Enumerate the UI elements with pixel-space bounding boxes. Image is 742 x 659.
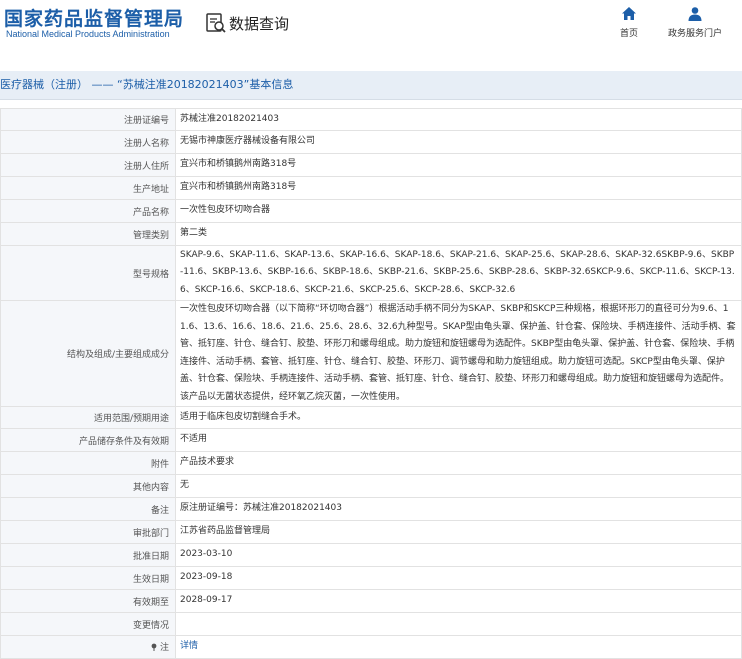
field-value: 一次性包皮环切吻合器（以下简称“环切吻合器”）根据活动手柄不同分为SKAP、SK… xyxy=(175,300,742,407)
user-icon xyxy=(688,7,702,21)
field-label: 管理类别 xyxy=(0,222,176,246)
field-value: 宜兴市和桥镇鹅州南路318号 xyxy=(175,176,742,200)
site-logo-en[interactable]: National Medical Products Administration xyxy=(6,29,170,39)
home-icon xyxy=(622,7,636,20)
field-value: 2023-09-18 xyxy=(175,566,742,590)
field-value xyxy=(175,612,742,636)
field-label: 注册人名称 xyxy=(0,130,176,154)
table-row: 注 详情 xyxy=(0,635,742,659)
table-row: 注册证编号 苏械注准20182021403 xyxy=(0,108,742,131)
nav-home[interactable]: 首页 xyxy=(620,6,638,39)
field-label: 适用范围/预期用途 xyxy=(0,406,176,429)
field-label: 审批部门 xyxy=(0,520,176,544)
note-label-wrap: 注 xyxy=(150,640,169,653)
field-value: 适用于临床包皮切割缝合手术。 xyxy=(175,406,742,429)
field-value: 2023-03-10 xyxy=(175,543,742,567)
field-value: SKAP-9.6、SKAP-11.6、SKAP-13.6、SKAP-16.6、S… xyxy=(175,245,742,301)
field-value: 不适用 xyxy=(175,428,742,452)
field-label: 结构及组成/主要组成成分 xyxy=(0,300,176,407)
field-value: 宜兴市和桥镇鹅州南路318号 xyxy=(175,153,742,177)
table-row: 批准日期 2023-03-10 xyxy=(0,543,742,567)
field-label: 附件 xyxy=(0,451,176,475)
field-label: 产品储存条件及有效期 xyxy=(0,428,176,452)
field-label: 生产地址 xyxy=(0,176,176,200)
note-value-cell: 详情 xyxy=(175,635,742,659)
site-header: 国家药品监督管理局 National Medical Products Admi… xyxy=(0,0,742,60)
table-row: 型号规格 SKAP-9.6、SKAP-11.6、SKAP-13.6、SKAP-1… xyxy=(0,245,742,301)
field-label: 备注 xyxy=(0,497,176,521)
table-row: 管理类别 第二类 xyxy=(0,222,742,246)
table-row: 其他内容 无 xyxy=(0,474,742,498)
data-query-icon xyxy=(206,13,226,33)
table-row: 产品储存条件及有效期 不适用 xyxy=(0,428,742,452)
table-row: 附件 产品技术要求 xyxy=(0,451,742,475)
field-label: 变更情况 xyxy=(0,612,176,636)
table-row: 有效期至 2028-09-17 xyxy=(0,589,742,613)
field-label: 其他内容 xyxy=(0,474,176,498)
field-label: 生效日期 xyxy=(0,566,176,590)
note-label: 注 xyxy=(159,643,169,654)
field-value: 无 xyxy=(175,474,742,498)
table-row: 产品名称 一次性包皮环切吻合器 xyxy=(0,199,742,223)
field-label: 注册人住所 xyxy=(0,153,176,177)
table-row: 生效日期 2023-09-18 xyxy=(0,566,742,590)
field-value: 一次性包皮环切吻合器 xyxy=(175,199,742,223)
field-value: 江苏省药品监督管理局 xyxy=(175,520,742,544)
data-query-heading: 数据查询 xyxy=(205,12,289,34)
field-value: 产品技术要求 xyxy=(175,451,742,475)
field-value: 2028-09-17 xyxy=(175,589,742,613)
table-row: 结构及组成/主要组成成分 一次性包皮环切吻合器（以下简称“环切吻合器”）根据活动… xyxy=(0,300,742,407)
note-label-cell: 注 xyxy=(0,635,176,659)
record-title: 医疗器械（注册） —— “苏械注准20182021403”基本信息 xyxy=(0,78,294,91)
field-label: 型号规格 xyxy=(0,245,176,301)
field-label: 注册证编号 xyxy=(0,108,176,131)
nav-service-portal-label: 政务服务门户 xyxy=(668,29,723,39)
table-row: 审批部门 江苏省药品监督管理局 xyxy=(0,520,742,544)
nav-service-portal[interactable]: 政务服务门户 xyxy=(668,6,722,39)
nav-home-label: 首页 xyxy=(620,29,639,39)
table-row: 注册人名称 无锡市神康医疗器械设备有限公司 xyxy=(0,130,742,154)
site-logo-cn[interactable]: 国家药品监督管理局 xyxy=(4,4,184,31)
field-label: 产品名称 xyxy=(0,199,176,223)
field-label: 批准日期 xyxy=(0,543,176,567)
field-value: 苏械注准20182021403 xyxy=(175,108,742,131)
registration-detail-table: 注册证编号 苏械注准20182021403 注册人名称 无锡市神康医疗器械设备有… xyxy=(0,108,742,659)
table-row: 备注 原注册证编号：苏械注准20182021403 xyxy=(0,497,742,521)
field-label: 有效期至 xyxy=(0,589,176,613)
record-title-bar: 医疗器械（注册） —— “苏械注准20182021403”基本信息 xyxy=(0,71,742,100)
field-value: 第二类 xyxy=(175,222,742,246)
data-query-label: 数据查询 xyxy=(229,14,290,33)
table-row: 适用范围/预期用途 适用于临床包皮切割缝合手术。 xyxy=(0,406,742,429)
field-value: 无锡市神康医疗器械设备有限公司 xyxy=(175,130,742,154)
table-row: 注册人住所 宜兴市和桥镇鹅州南路318号 xyxy=(0,153,742,177)
table-row: 变更情况 xyxy=(0,612,742,636)
field-value: 原注册证编号：苏械注准20182021403 xyxy=(175,497,742,521)
table-row: 生产地址 宜兴市和桥镇鹅州南路318号 xyxy=(0,176,742,200)
